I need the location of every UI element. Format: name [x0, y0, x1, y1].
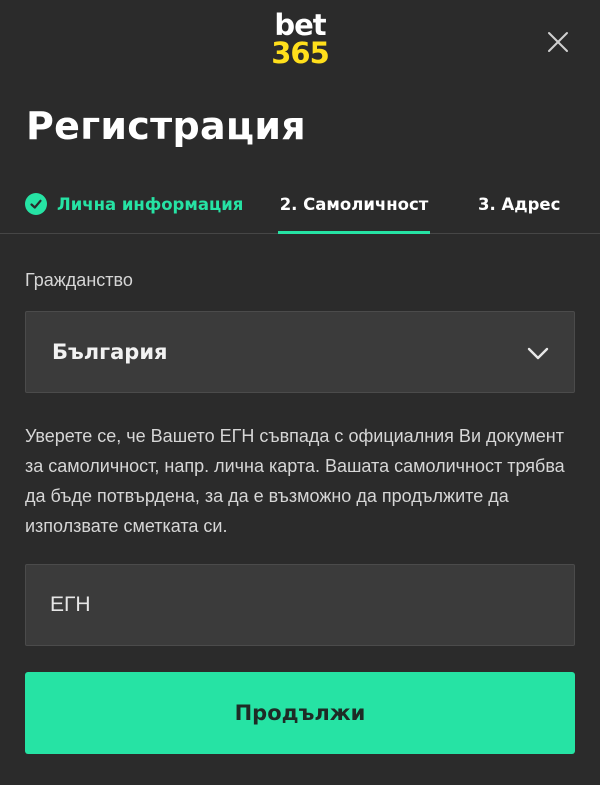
close-icon [548, 32, 568, 52]
citizenship-label: Гражданство [25, 270, 133, 290]
identity-info-text: Уверете се, че Вашето ЕГН съвпада с офиц… [25, 426, 565, 536]
step-personal-info[interactable]: Лична информация [25, 175, 243, 233]
chevron-down-icon [527, 347, 549, 360]
page-title: Регистрация [26, 104, 306, 148]
step-label: 3. Адрес [478, 194, 561, 214]
step-address[interactable]: 3. Адрес [478, 175, 560, 233]
egn-input[interactable] [25, 564, 575, 646]
registration-steps: Лична информация 2. Самоличност 3. Адрес [0, 175, 600, 234]
step-label: Лична информация [57, 194, 244, 214]
step-label: 2. Самоличност [279, 194, 429, 214]
registration-page: bet 365 Регистрация Лична информация 2. … [0, 0, 600, 785]
citizenship-select[interactable]: България [25, 311, 575, 393]
close-button[interactable] [544, 28, 572, 56]
citizenship-value: България [52, 340, 168, 364]
logo-text-bet: bet [274, 8, 326, 42]
continue-button[interactable]: Продължи [25, 672, 575, 754]
logo-text-365: 365 [271, 36, 330, 70]
bet365-logo: bet 365 [0, 8, 600, 70]
step-identity[interactable]: 2. Самоличност [278, 175, 430, 234]
check-circle-icon [25, 193, 47, 215]
